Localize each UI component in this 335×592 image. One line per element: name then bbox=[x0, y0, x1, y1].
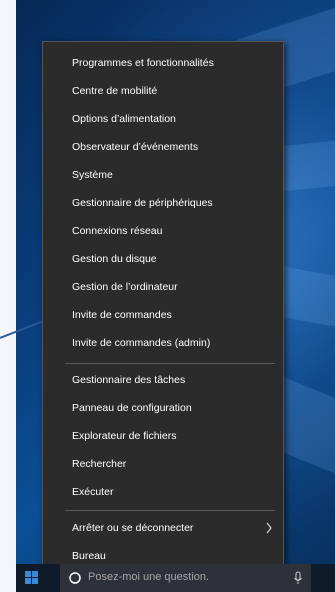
menu-item-control-panel[interactable]: Panneau de configuration bbox=[43, 394, 283, 422]
menu-separator bbox=[65, 363, 275, 364]
menu-item-run[interactable]: Exécuter bbox=[43, 478, 283, 506]
menu-item-task-manager[interactable]: Gestionnaire des tâches bbox=[43, 366, 283, 394]
left-margin bbox=[0, 0, 16, 592]
cortana-search-box[interactable]: Posez-moi une question. bbox=[60, 564, 311, 592]
menu-item-programs-features[interactable]: Programmes et fonctionnalités bbox=[43, 49, 283, 77]
menu-item-device-manager[interactable]: Gestionnaire de périphériques bbox=[43, 189, 283, 217]
microphone-icon[interactable] bbox=[293, 571, 303, 585]
menu-item-disk-management[interactable]: Gestion du disque bbox=[43, 245, 283, 273]
menu-item-computer-management[interactable]: Gestion de l’ordinateur bbox=[43, 273, 283, 301]
menu-item-power-options[interactable]: Options d’alimentation bbox=[43, 105, 283, 133]
winx-context-menu: Programmes et fonctionnalités Centre de … bbox=[42, 41, 284, 570]
menu-item-command-prompt[interactable]: Invite de commandes bbox=[43, 301, 283, 329]
menu-separator bbox=[65, 510, 275, 511]
menu-item-mobility-center[interactable]: Centre de mobilité bbox=[43, 77, 283, 105]
menu-item-search[interactable]: Rechercher bbox=[43, 450, 283, 478]
menu-item-event-viewer[interactable]: Observateur d’événements bbox=[43, 133, 283, 161]
menu-item-system[interactable]: Système bbox=[43, 161, 283, 189]
menu-item-network-connections[interactable]: Connexions réseau bbox=[43, 217, 283, 245]
search-placeholder: Posez-moi une question. bbox=[88, 571, 210, 583]
taskbar: Posez-moi une question. bbox=[16, 564, 335, 592]
menu-item-file-explorer[interactable]: Explorateur de fichiers bbox=[43, 422, 283, 450]
menu-item-shutdown-signout[interactable]: Arrêter ou se déconnecter bbox=[43, 514, 283, 542]
menu-item-command-prompt-admin[interactable]: Invite de commandes (admin) bbox=[43, 329, 283, 357]
windows-logo-icon[interactable] bbox=[25, 571, 39, 585]
cortana-ring-icon bbox=[69, 572, 81, 584]
